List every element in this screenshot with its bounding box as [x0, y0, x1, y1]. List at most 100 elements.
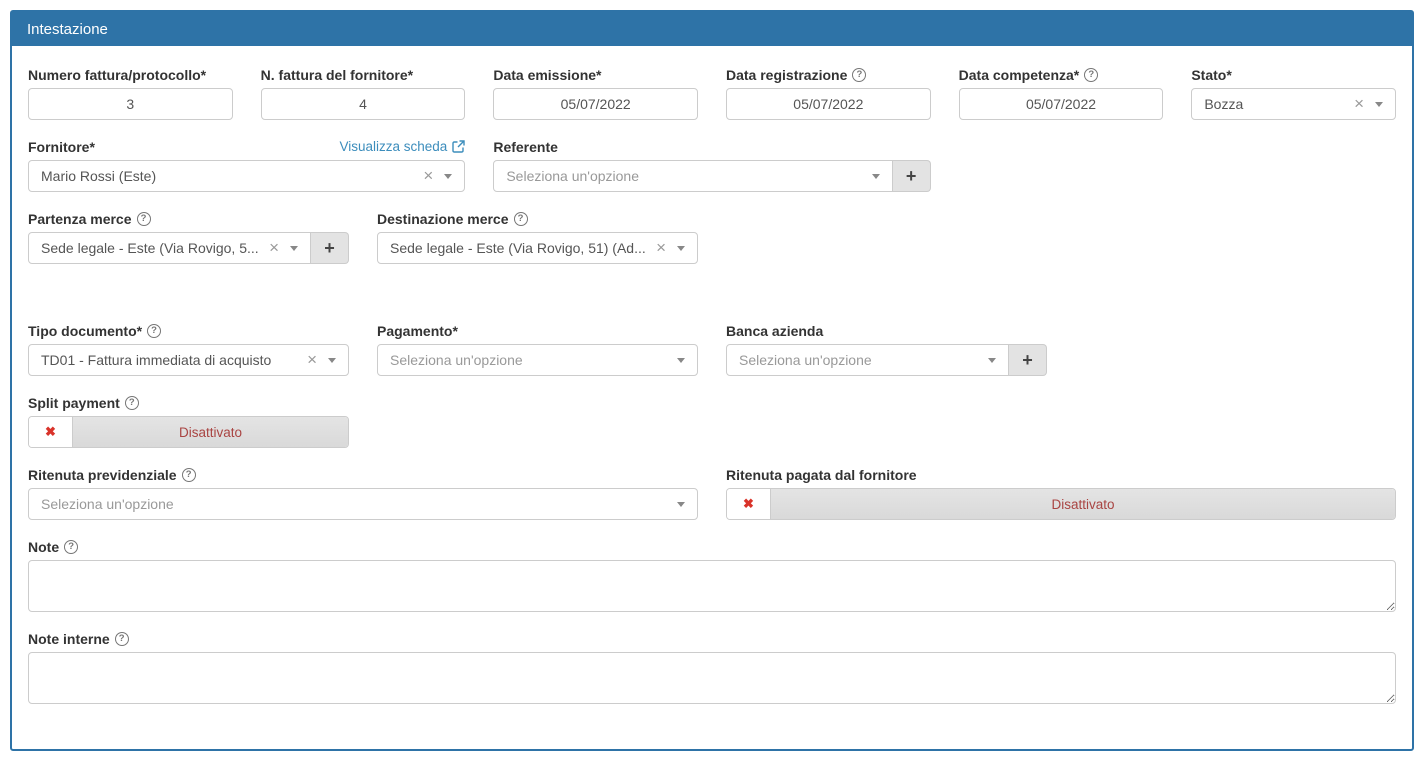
- help-icon[interactable]: ?: [1084, 68, 1098, 82]
- note-textarea[interactable]: [28, 560, 1396, 612]
- clear-icon[interactable]: ×: [269, 239, 279, 256]
- help-icon[interactable]: ?: [137, 212, 151, 226]
- destinazione-merce-value: Sede legale - Este (Via Rovigo, 51) (Ad.…: [390, 240, 648, 256]
- field-banca-azienda: Banca azienda Seleziona un'opzione +: [726, 322, 1047, 376]
- help-icon[interactable]: ?: [514, 212, 528, 226]
- add-referente-button[interactable]: +: [893, 160, 931, 192]
- ritenuta-pagata-state: Disattivato: [771, 489, 1395, 519]
- field-data-competenza: Data competenza* ?: [959, 66, 1164, 120]
- field-note-interne: Note interne ?: [28, 630, 1396, 704]
- panel-header: Intestazione: [12, 12, 1412, 46]
- partenza-merce-select[interactable]: Sede legale - Este (Via Rovigo, 5... ×: [28, 232, 311, 264]
- banca-azienda-placeholder: Seleziona un'opzione: [739, 352, 979, 368]
- clear-icon[interactable]: ×: [423, 167, 433, 184]
- page: Intestazione Numero fattura/protocollo* …: [0, 0, 1424, 761]
- clear-icon[interactable]: ×: [307, 351, 317, 368]
- field-tipo-documento: Tipo documento* ? TD01 - Fattura immedia…: [28, 322, 349, 376]
- intestazione-panel: Intestazione Numero fattura/protocollo* …: [10, 10, 1414, 751]
- field-split-payment: Split payment ? ✖ Disattivato: [28, 394, 349, 448]
- clear-icon[interactable]: ×: [656, 239, 666, 256]
- help-icon[interactable]: ?: [64, 540, 78, 554]
- data-competenza-label: Data competenza*: [959, 67, 1080, 83]
- n-fattura-fornitore-label: N. fattura del fornitore*: [261, 67, 413, 83]
- ritenuta-previdenziale-placeholder: Seleziona un'opzione: [41, 496, 668, 512]
- note-interne-textarea[interactable]: [28, 652, 1396, 704]
- fornitore-label: Fornitore*: [28, 139, 95, 155]
- note-interne-label: Note interne: [28, 631, 110, 647]
- toggle-off-icon[interactable]: ✖: [29, 417, 73, 447]
- data-competenza-input[interactable]: [959, 88, 1164, 120]
- split-payment-toggle[interactable]: ✖ Disattivato: [28, 416, 349, 448]
- row-3: Partenza merce ? Sede legale - Este (Via…: [28, 210, 1396, 264]
- data-emissione-input[interactable]: [493, 88, 698, 120]
- destinazione-merce-select[interactable]: Sede legale - Este (Via Rovigo, 51) (Ad.…: [377, 232, 698, 264]
- chevron-down-icon[interactable]: [677, 502, 685, 507]
- banca-azienda-select[interactable]: Seleziona un'opzione: [726, 344, 1009, 376]
- note-label: Note: [28, 539, 59, 555]
- chevron-down-icon[interactable]: [444, 174, 452, 179]
- data-registrazione-label: Data registrazione: [726, 67, 847, 83]
- row-4: Tipo documento* ? TD01 - Fattura immedia…: [28, 322, 1396, 376]
- help-icon[interactable]: ?: [125, 396, 139, 410]
- chevron-down-icon[interactable]: [988, 358, 996, 363]
- field-destinazione-merce: Destinazione merce ? Sede legale - Este …: [377, 210, 698, 264]
- fornitore-select[interactable]: Mario Rossi (Este) ×: [28, 160, 465, 192]
- help-icon[interactable]: ?: [115, 632, 129, 646]
- field-referente: Referente Seleziona un'opzione +: [493, 138, 930, 192]
- ritenuta-pagata-toggle[interactable]: ✖ Disattivato: [726, 488, 1396, 520]
- partenza-merce-label: Partenza merce: [28, 211, 132, 227]
- tipo-documento-value: TD01 - Fattura immediata di acquisto: [41, 352, 299, 368]
- ritenuta-previdenziale-select[interactable]: Seleziona un'opzione: [28, 488, 698, 520]
- stato-value: Bozza: [1204, 96, 1346, 112]
- field-ritenuta-pagata-dal-fornitore: Ritenuta pagata dal fornitore ✖ Disattiv…: [726, 466, 1396, 520]
- stato-select[interactable]: Bozza ×: [1191, 88, 1396, 120]
- numero-fattura-input[interactable]: [28, 88, 233, 120]
- toggle-off-icon[interactable]: ✖: [727, 489, 771, 519]
- help-icon[interactable]: ?: [852, 68, 866, 82]
- pagamento-select[interactable]: Seleziona un'opzione: [377, 344, 698, 376]
- n-fattura-fornitore-input[interactable]: [261, 88, 466, 120]
- field-pagamento: Pagamento* Seleziona un'opzione: [377, 322, 698, 376]
- row-1: Numero fattura/protocollo* N. fattura de…: [28, 66, 1396, 120]
- ritenuta-pagata-label: Ritenuta pagata dal fornitore: [726, 467, 917, 483]
- add-partenza-merce-button[interactable]: +: [311, 232, 349, 264]
- data-registrazione-input[interactable]: [726, 88, 931, 120]
- field-data-registrazione: Data registrazione ?: [726, 66, 931, 120]
- row-2: Fornitore* Visualizza scheda Mario Rossi…: [28, 138, 1396, 192]
- field-numero-fattura-protocollo: Numero fattura/protocollo*: [28, 66, 233, 120]
- chevron-down-icon[interactable]: [677, 358, 685, 363]
- panel-body: Numero fattura/protocollo* N. fattura de…: [12, 46, 1412, 732]
- chevron-down-icon[interactable]: [1375, 102, 1383, 107]
- field-partenza-merce: Partenza merce ? Sede legale - Este (Via…: [28, 210, 349, 264]
- field-stato: Stato* Bozza ×: [1191, 66, 1396, 120]
- referente-label: Referente: [493, 139, 558, 155]
- help-icon[interactable]: ?: [147, 324, 161, 338]
- pagamento-label: Pagamento*: [377, 323, 458, 339]
- clear-icon[interactable]: ×: [1354, 95, 1364, 112]
- partenza-merce-value: Sede legale - Este (Via Rovigo, 5...: [41, 240, 261, 256]
- panel-title: Intestazione: [27, 21, 108, 38]
- row-7: Note ?: [28, 538, 1396, 612]
- ritenuta-previdenziale-label: Ritenuta previdenziale: [28, 467, 177, 483]
- help-icon[interactable]: ?: [182, 468, 196, 482]
- chevron-down-icon[interactable]: [290, 246, 298, 251]
- row-8: Note interne ?: [28, 630, 1396, 704]
- field-data-emissione: Data emissione*: [493, 66, 698, 120]
- tipo-documento-select[interactable]: TD01 - Fattura immediata di acquisto ×: [28, 344, 349, 376]
- chevron-down-icon[interactable]: [328, 358, 336, 363]
- pagamento-placeholder: Seleziona un'opzione: [390, 352, 668, 368]
- referente-placeholder: Seleziona un'opzione: [506, 168, 862, 184]
- split-payment-state: Disattivato: [73, 417, 348, 447]
- field-ritenuta-previdenziale: Ritenuta previdenziale ? Seleziona un'op…: [28, 466, 698, 520]
- add-banca-azienda-button[interactable]: +: [1009, 344, 1047, 376]
- chevron-down-icon[interactable]: [872, 174, 880, 179]
- field-fornitore: Fornitore* Visualizza scheda Mario Rossi…: [28, 138, 465, 192]
- row-5: Split payment ? ✖ Disattivato: [28, 394, 1396, 448]
- external-link-icon: [452, 140, 465, 153]
- chevron-down-icon[interactable]: [677, 246, 685, 251]
- tipo-documento-label: Tipo documento*: [28, 323, 142, 339]
- banca-azienda-label: Banca azienda: [726, 323, 823, 339]
- referente-select[interactable]: Seleziona un'opzione: [493, 160, 892, 192]
- split-payment-label: Split payment: [28, 395, 120, 411]
- visualizza-scheda-link[interactable]: Visualizza scheda: [340, 139, 466, 154]
